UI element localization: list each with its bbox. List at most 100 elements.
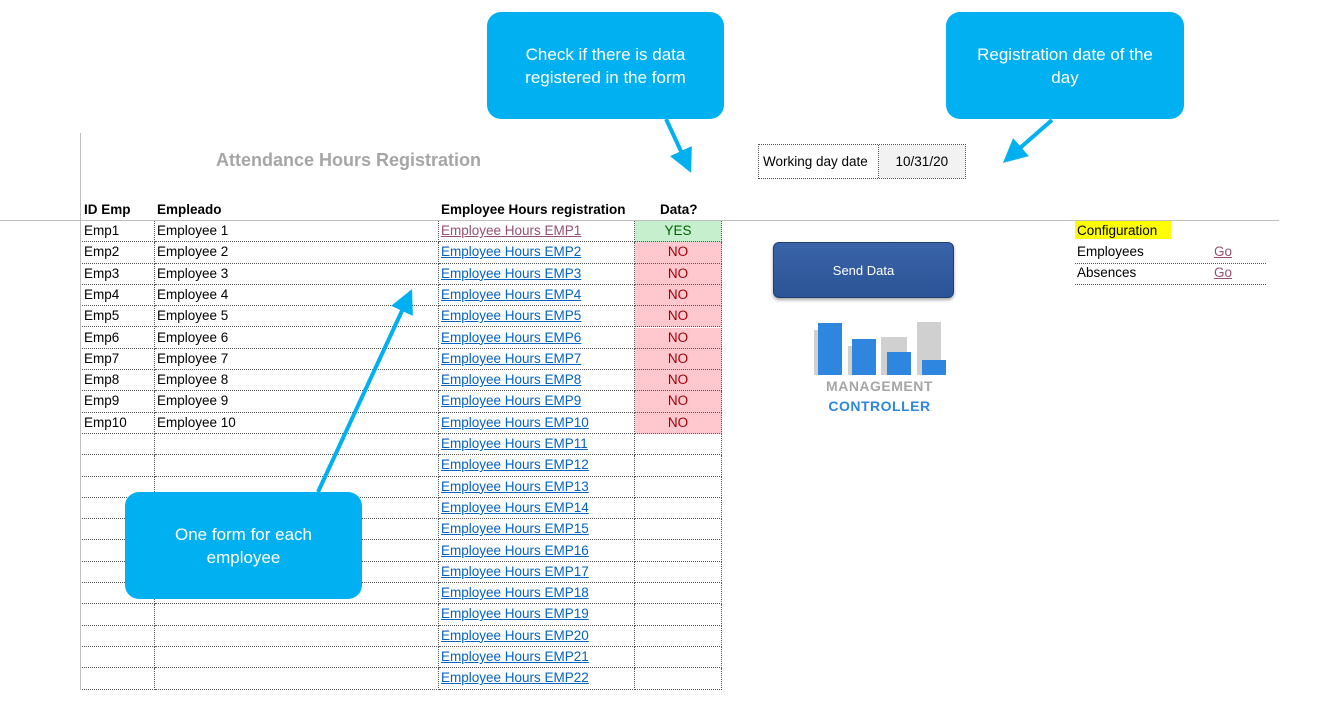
config-employees-go-link[interactable]: Go bbox=[1214, 244, 1232, 259]
employee-hours-link[interactable]: Employee Hours EMP2 bbox=[441, 244, 581, 259]
working-day-value[interactable]: 10/31/20 bbox=[878, 145, 965, 178]
employee-hours-cell: Employee Hours EMP19 bbox=[439, 604, 635, 626]
employee-id-cell bbox=[82, 668, 155, 690]
arrow-to-data-column bbox=[664, 118, 692, 173]
employee-hours-cell: Employee Hours EMP18 bbox=[439, 583, 635, 605]
data-status-cell bbox=[635, 604, 722, 626]
employee-hours-link[interactable]: Employee Hours EMP1 bbox=[441, 223, 581, 238]
employee-hours-link[interactable]: Employee Hours EMP13 bbox=[441, 479, 589, 494]
management-controller-logo: MANAGEMENT CONTROLLER bbox=[808, 318, 958, 418]
callout-check-data: Check if there is data registered in the… bbox=[487, 12, 724, 119]
employee-hours-link[interactable]: Employee Hours EMP17 bbox=[441, 564, 589, 579]
table-row: Emp4 Employee 4 Employee Hours EMP4 NO bbox=[82, 284, 722, 307]
employee-id-cell: Emp2 bbox=[82, 242, 155, 264]
send-data-button[interactable]: Send Data bbox=[773, 242, 954, 298]
callout-registration-date: Registration date of the day bbox=[946, 12, 1184, 119]
employee-name-cell: Employee 7 bbox=[155, 348, 439, 371]
callout-registration-date-text: Registration date of the day bbox=[977, 44, 1153, 87]
table-row: Emp8 Employee 8 Employee Hours EMP8 NO bbox=[82, 370, 722, 392]
employee-hours-cell: Employee Hours EMP16 bbox=[439, 540, 635, 562]
employee-hours-link[interactable]: Employee Hours EMP16 bbox=[441, 543, 589, 558]
employee-id-cell: Emp9 bbox=[82, 391, 155, 413]
data-status-cell bbox=[635, 519, 722, 541]
page-title: Attendance Hours Registration bbox=[216, 150, 482, 170]
employee-hours-link[interactable]: Employee Hours EMP4 bbox=[441, 287, 581, 302]
data-status-cell bbox=[635, 668, 722, 690]
data-status-cell bbox=[635, 434, 722, 456]
employee-hours-link[interactable]: Employee Hours EMP15 bbox=[441, 521, 589, 536]
header-data: Data? bbox=[660, 202, 698, 217]
employee-hours-link[interactable]: Employee Hours EMP3 bbox=[441, 266, 581, 281]
table-row: Employee Hours EMP19 bbox=[82, 604, 722, 626]
data-status-cell bbox=[635, 497, 722, 520]
table-row: Employee Hours EMP12 bbox=[82, 455, 722, 477]
data-status-cell: NO bbox=[635, 370, 722, 392]
logo-text-management: MANAGEMENT bbox=[826, 378, 933, 394]
employee-hours-link[interactable]: Employee Hours EMP18 bbox=[441, 585, 589, 600]
employee-hours-link[interactable]: Employee Hours EMP19 bbox=[441, 606, 589, 621]
employee-name-cell: Employee 8 bbox=[155, 370, 439, 392]
employee-hours-link[interactable]: Employee Hours EMP9 bbox=[441, 393, 581, 408]
data-status-cell: NO bbox=[635, 391, 722, 413]
employee-name-cell bbox=[155, 668, 439, 690]
employee-id-cell bbox=[82, 434, 155, 456]
employee-hours-link[interactable]: Employee Hours EMP22 bbox=[441, 670, 589, 685]
config-absences-go-link[interactable]: Go bbox=[1214, 265, 1232, 280]
employee-hours-link[interactable]: Employee Hours EMP8 bbox=[441, 372, 581, 387]
table-row: Emp1 Employee 1 Employee Hours EMP1 YES bbox=[82, 221, 722, 243]
configuration-title: Configuration bbox=[1075, 221, 1172, 239]
table-row: Emp5 Employee 5 Employee Hours EMP5 NO bbox=[82, 306, 722, 328]
table-row: Emp9 Employee 9 Employee Hours EMP9 NO bbox=[82, 391, 722, 413]
arrow-to-date bbox=[1002, 118, 1054, 163]
employee-id-cell bbox=[82, 647, 155, 669]
employee-hours-cell: Employee Hours EMP2 bbox=[439, 242, 635, 264]
employee-hours-link[interactable]: Employee Hours EMP7 bbox=[441, 351, 581, 366]
callout-one-form-text: One form for each employee bbox=[174, 524, 312, 567]
employee-name-cell: Employee 4 bbox=[155, 284, 439, 307]
employee-hours-cell: Employee Hours EMP7 bbox=[439, 348, 635, 371]
table-row: Emp7 Employee 7 Employee Hours EMP7 NO bbox=[82, 348, 722, 371]
employee-name-cell: Employee 5 bbox=[155, 306, 439, 328]
data-status-cell bbox=[635, 647, 722, 669]
data-status-cell: NO bbox=[635, 263, 722, 285]
header-name: Empleado bbox=[157, 202, 222, 217]
employee-id-cell bbox=[82, 455, 155, 477]
employee-hours-link[interactable]: Employee Hours EMP5 bbox=[441, 308, 581, 323]
employee-id-cell: Emp4 bbox=[82, 284, 155, 307]
working-day-box: Working day date 10/31/20 bbox=[758, 144, 966, 179]
data-status-cell: NO bbox=[635, 412, 722, 434]
employee-name-cell: Employee 6 bbox=[155, 327, 439, 349]
config-employees-label: Employees bbox=[1077, 244, 1144, 259]
employee-id-cell: Emp6 bbox=[82, 327, 155, 349]
employee-hours-cell: Employee Hours EMP22 bbox=[439, 668, 635, 690]
data-status-cell bbox=[635, 625, 722, 647]
employee-hours-link[interactable]: Employee Hours EMP20 bbox=[441, 628, 589, 643]
table-row: Employee Hours EMP21 bbox=[82, 647, 722, 669]
employee-hours-cell: Employee Hours EMP14 bbox=[439, 497, 635, 520]
employee-hours-cell: Employee Hours EMP9 bbox=[439, 391, 635, 413]
employee-hours-link[interactable]: Employee Hours EMP12 bbox=[441, 457, 589, 472]
employee-hours-link[interactable]: Employee Hours EMP21 bbox=[441, 649, 589, 664]
header-id: ID Emp bbox=[84, 202, 131, 217]
employee-name-cell: Employee 1 bbox=[155, 221, 439, 243]
employee-id-cell: Emp3 bbox=[82, 263, 155, 285]
data-status-cell: NO bbox=[635, 284, 722, 307]
employee-hours-cell: Employee Hours EMP11 bbox=[439, 434, 635, 456]
data-status-cell bbox=[635, 540, 722, 562]
employee-hours-cell: Employee Hours EMP21 bbox=[439, 647, 635, 669]
employee-name-cell: Employee 3 bbox=[155, 263, 439, 285]
employee-hours-link[interactable]: Employee Hours EMP6 bbox=[441, 330, 581, 345]
callout-one-form: One form for each employee bbox=[125, 492, 362, 599]
data-status-cell bbox=[635, 561, 722, 584]
table-row: Emp6 Employee 6 Employee Hours EMP6 NO bbox=[82, 327, 722, 349]
employee-name-cell bbox=[155, 455, 439, 477]
employee-hours-link[interactable]: Employee Hours EMP11 bbox=[441, 436, 588, 451]
employee-hours-cell: Employee Hours EMP12 bbox=[439, 455, 635, 477]
employee-hours-link[interactable]: Employee Hours EMP14 bbox=[441, 500, 589, 515]
sheet-left-border bbox=[80, 133, 81, 690]
employee-hours-link[interactable]: Employee Hours EMP10 bbox=[441, 415, 589, 430]
employee-hours-cell: Employee Hours EMP15 bbox=[439, 519, 635, 541]
employee-hours-cell: Employee Hours EMP17 bbox=[439, 561, 635, 584]
table-row: Employee Hours EMP20 bbox=[82, 625, 722, 647]
employee-name-cell: Employee 10 bbox=[155, 412, 439, 434]
